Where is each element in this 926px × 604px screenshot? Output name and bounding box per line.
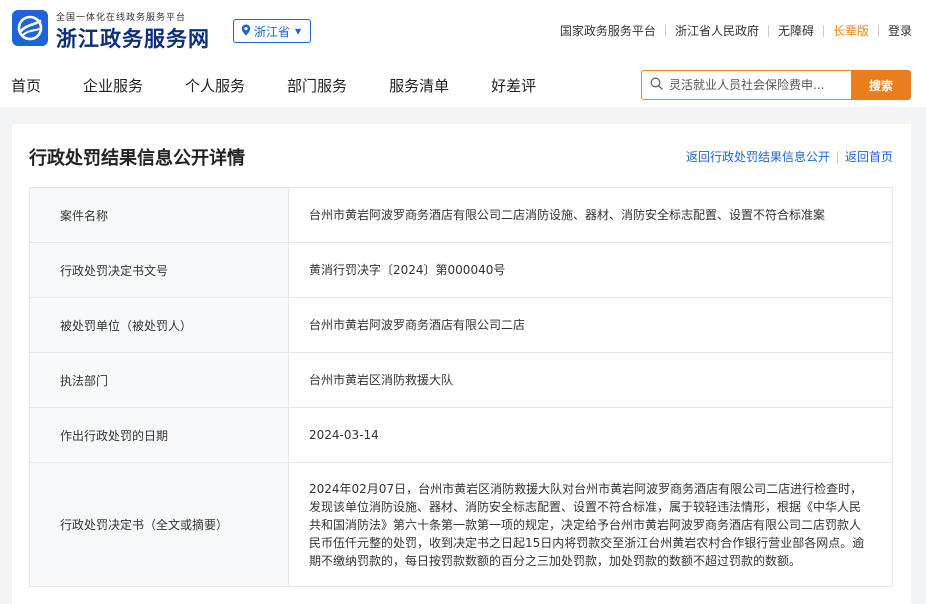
decision-number-label: 行政处罚决定书文号 [29,242,289,298]
divider [664,24,666,37]
divider [877,24,879,37]
card-links: 返回行政处罚结果信息公开 返回首页 [686,148,893,165]
nav-item-rating[interactable]: 好差评 [491,75,536,96]
search-input[interactable] [669,78,844,92]
detail-card: 行政处罚结果信息公开详情 返回行政处罚结果信息公开 返回首页 案件名称 台州市黄… [12,124,911,604]
region-label: 浙江省 [254,24,291,39]
logo-subtitle: 全国一体化在线政务服务平台 [56,13,187,23]
divider [822,24,824,37]
link-accessibility[interactable]: 无障碍 [778,22,814,39]
zhejiang-gov-logo-icon[interactable] [12,10,48,46]
top-links: 国家政务服务平台 浙江省人民政府 无障碍 长辈版 登录 [560,22,912,39]
divider [767,24,769,37]
back-to-list-link[interactable]: 返回行政处罚结果信息公开 [686,148,830,165]
nav-item-department[interactable]: 部门服务 [287,75,347,96]
enforcement-department-label: 执法部门 [29,352,289,408]
search-box [641,70,852,100]
penalized-party-label: 被处罚单位（被处罚人） [29,297,289,353]
divider [836,150,838,163]
table-row: 案件名称 台州市黄岩阿波罗商务酒店有限公司二店消防设施、器材、消防安全标志配置、… [29,187,893,243]
main-nav: 首页 企业服务 个人服务 部门服务 服务清单 好差评 搜索 [0,62,926,107]
decision-date-value: 2024-03-14 [288,407,893,463]
table-row: 行政处罚决定书（全文或摘要） 2024年02月07日，台州市黄岩区消防救援大队对… [29,462,893,587]
nav-menu: 首页 企业服务 个人服务 部门服务 服务清单 好差评 [11,75,578,96]
search-button[interactable]: 搜索 [851,70,911,100]
penalized-party-value: 台州市黄岩阿波罗商务酒店有限公司二店 [288,297,893,353]
search-icon [650,77,663,93]
nav-item-personal[interactable]: 个人服务 [185,75,245,96]
table-row: 作出行政处罚的日期 2024-03-14 [29,407,893,463]
table-row: 执法部门 台州市黄岩区消防救援大队 [29,352,893,408]
nav-item-home[interactable]: 首页 [11,75,41,96]
enforcement-department-value: 台州市黄岩区消防救援大队 [288,352,893,408]
link-elder-mode[interactable]: 长辈版 [833,22,869,39]
decision-date-label: 作出行政处罚的日期 [29,407,289,463]
case-name-value: 台州市黄岩阿波罗商务酒店有限公司二店消防设施、器材、消防安全标志配置、设置不符合… [288,187,893,243]
page-title: 行政处罚结果信息公开详情 [29,148,245,169]
link-national-platform[interactable]: 国家政务服务平台 [560,22,656,39]
nav-item-enterprise[interactable]: 企业服务 [83,75,143,96]
nav-item-service-list[interactable]: 服务清单 [389,75,449,96]
link-login[interactable]: 登录 [888,22,912,39]
decision-text-label: 行政处罚决定书（全文或摘要） [29,462,289,587]
table-row: 行政处罚决定书文号 黄消行罚决字〔2024〕第000040号 [29,242,893,298]
location-pin-icon [241,24,251,39]
detail-table: 案件名称 台州市黄岩阿波罗商务酒店有限公司二店消防设施、器材、消防安全标志配置、… [29,187,893,587]
decision-text-value: 2024年02月07日，台州市黄岩区消防救援大队对台州市黄岩阿波罗商务酒店有限公… [288,462,893,587]
top-header: 全国一体化在线政务服务平台 浙江政务服务网 浙江省 ▼ 国家政务服务平台 浙江省… [0,0,926,62]
site-title[interactable]: 浙江政务服务网 [56,23,210,53]
link-provincial-government[interactable]: 浙江省人民政府 [675,22,759,39]
decision-number-value: 黄消行罚决字〔2024〕第000040号 [288,242,893,298]
table-row: 被处罚单位（被处罚人） 台州市黄岩阿波罗商务酒店有限公司二店 [29,297,893,353]
region-selector[interactable]: 浙江省 ▼ [233,19,311,43]
back-to-home-link[interactable]: 返回首页 [845,148,893,165]
chevron-down-icon: ▼ [295,26,302,36]
case-name-label: 案件名称 [29,187,289,243]
